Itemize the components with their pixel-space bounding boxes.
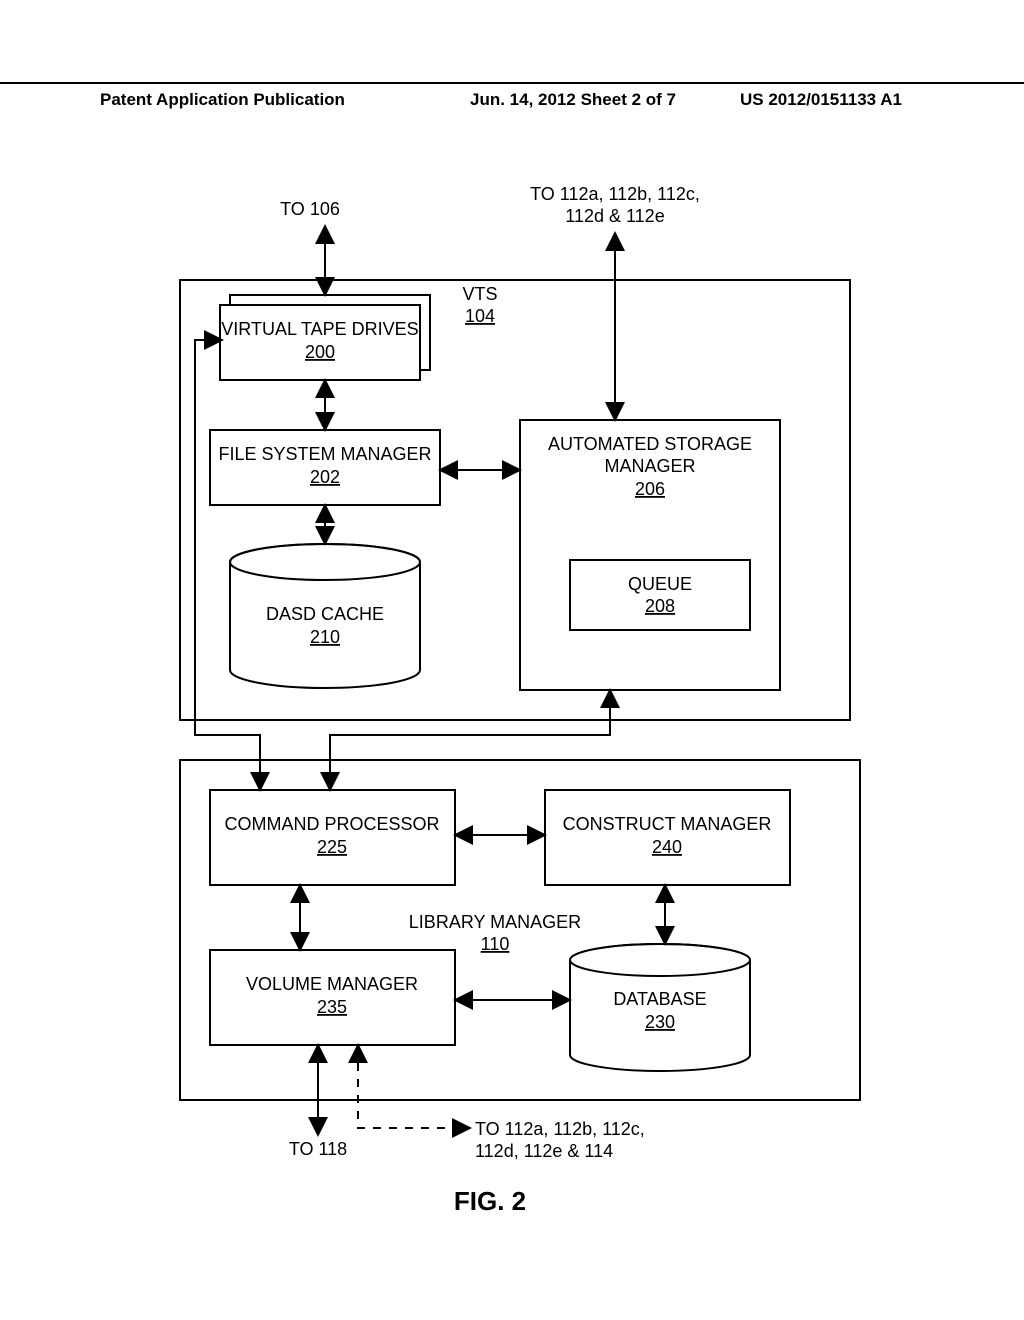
fsm-title: FILE SYSTEM MANAGER — [218, 444, 431, 464]
figure-caption: FIG. 2 — [454, 1186, 526, 1216]
lm-title: LIBRARY MANAGER — [409, 912, 581, 932]
asm-title2: MANAGER — [604, 456, 695, 476]
dasd-cache: DASD CACHE 210 — [230, 544, 420, 688]
database: DATABASE 230 — [570, 944, 750, 1071]
vts-ref: 104 — [465, 306, 495, 326]
to-112-bot-label-b: 112d, 112e & 114 — [475, 1141, 613, 1161]
queue-ref: 208 — [645, 596, 675, 616]
dasd-title: DASD CACHE — [266, 604, 384, 624]
dasd-ref: 210 — [310, 627, 340, 647]
queue-box — [570, 560, 750, 630]
cp-ref: 225 — [317, 837, 347, 857]
vts-title: VTS — [462, 284, 497, 304]
vm-ref: 235 — [317, 997, 347, 1017]
asm-ref: 206 — [635, 479, 665, 499]
db-ref: 230 — [645, 1012, 675, 1032]
vtd-ref: 200 — [305, 342, 335, 362]
vm-title: VOLUME MANAGER — [246, 974, 418, 994]
header-right: US 2012/0151133 A1 — [730, 90, 1024, 110]
to-106-label: TO 106 — [280, 199, 340, 219]
to-112-top-label-b: 112d & 112e — [565, 206, 664, 226]
page-header: Patent Application Publication Jun. 14, … — [0, 82, 1024, 110]
fsm-ref: 202 — [310, 467, 340, 487]
lm-ref: 110 — [481, 934, 510, 954]
to-112-top-label-a: TO 112a, 112b, 112c, — [530, 184, 700, 204]
cp-title: COMMAND PROCESSOR — [224, 814, 439, 834]
to-112-bot-label-a: TO 112a, 112b, 112c, — [475, 1119, 645, 1139]
asm-title1: AUTOMATED STORAGE — [548, 434, 752, 454]
cm-ref: 240 — [652, 837, 682, 857]
cm-title: CONSTRUCT MANAGER — [563, 814, 772, 834]
header-center: Jun. 14, 2012 Sheet 2 of 7 — [470, 90, 730, 110]
header-left: Patent Application Publication — [0, 90, 470, 110]
db-title: DATABASE — [613, 989, 706, 1009]
to-118-label: TO 118 — [289, 1139, 347, 1159]
page: Patent Application Publication Jun. 14, … — [0, 0, 1024, 1320]
diagram: VTS 104 VIRTUAL TAPE DRIVES 200 FILE SYS… — [100, 180, 920, 1180]
vtd-title: VIRTUAL TAPE DRIVES — [221, 319, 418, 339]
queue-title: QUEUE — [628, 574, 692, 594]
